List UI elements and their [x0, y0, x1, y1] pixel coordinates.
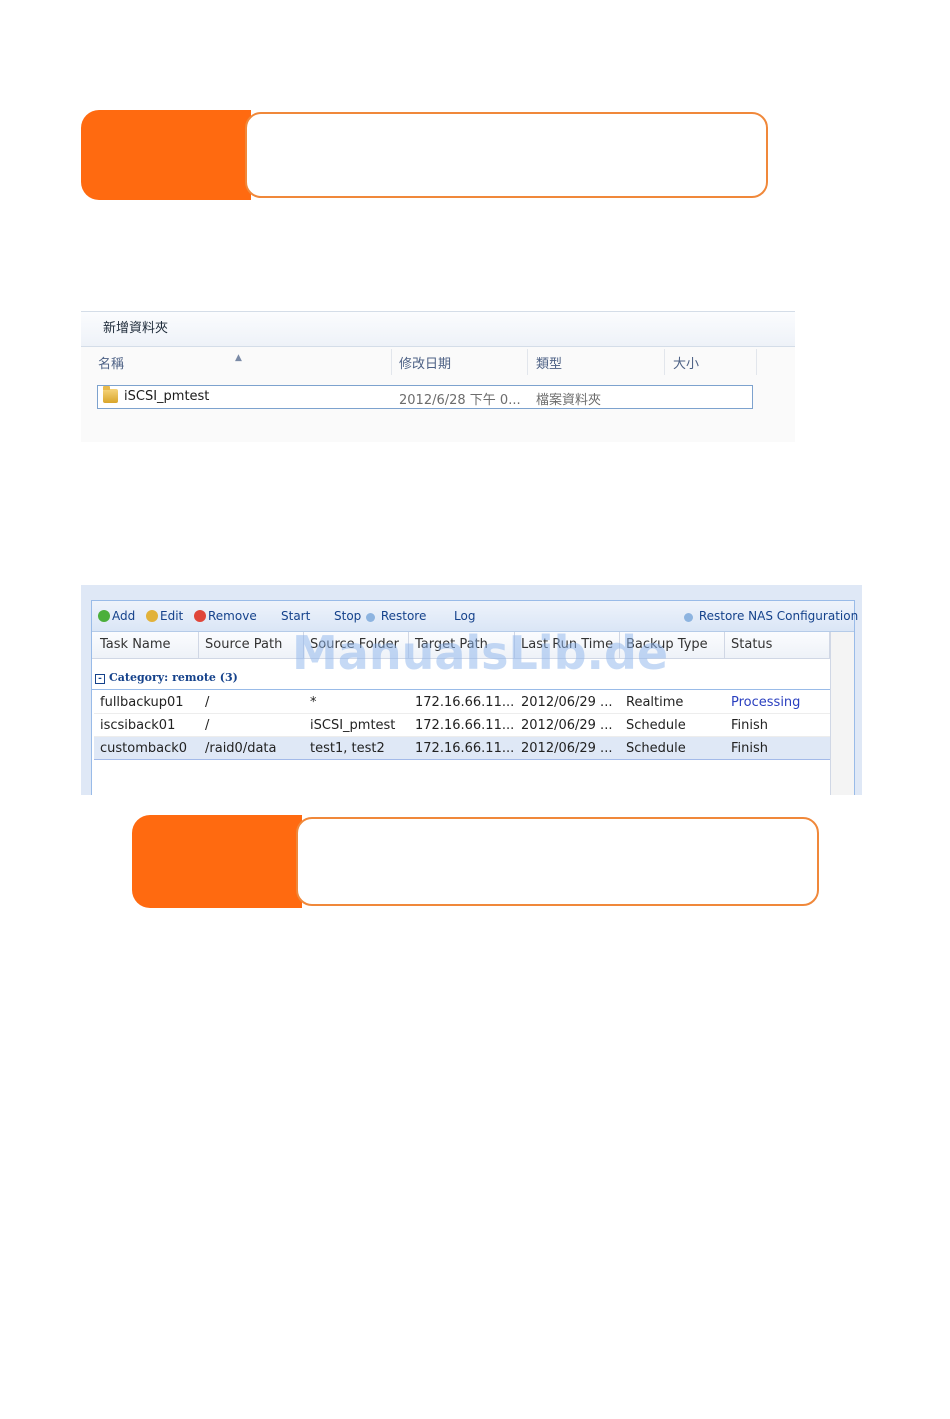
watermark: ManualsLib.de: [292, 626, 669, 680]
column-task-name[interactable]: Task Name: [100, 637, 171, 652]
table-row-selected[interactable]: customback0 /raid0/data test1, test2 172…: [94, 737, 832, 760]
column-name[interactable]: 名稱: [98, 353, 124, 372]
start-button[interactable]: Start: [281, 609, 310, 623]
category-group-header[interactable]: - Category: remote (3): [95, 671, 238, 684]
restore-button[interactable]: Restore: [366, 609, 426, 623]
collapse-icon[interactable]: -: [95, 674, 105, 684]
note-box: [296, 817, 819, 906]
column-type[interactable]: 類型: [536, 353, 562, 372]
status-processing: Processing: [731, 695, 801, 710]
table-row[interactable]: iscsiback01 / iSCSI_pmtest 172.16.66.11.…: [94, 714, 832, 737]
column-modified[interactable]: 修改日期: [399, 353, 451, 372]
list-item[interactable]: iSCSI_pmtest 2012/6/28 下午 0... 檔案資料夾: [97, 385, 753, 409]
column-status[interactable]: Status: [731, 637, 772, 652]
magnifier-icon: [366, 613, 375, 622]
edit-button[interactable]: Edit: [146, 609, 183, 623]
column-source-path[interactable]: Source Path: [205, 637, 282, 652]
sort-ascending-icon: ▲: [235, 353, 242, 363]
explorer-column-header: 名稱 ▲ 修改日期 類型 大小: [81, 349, 795, 375]
log-button[interactable]: Log: [454, 609, 475, 623]
file-type: 檔案資料夾: [536, 393, 602, 408]
note-tab: [132, 815, 302, 908]
new-folder-button[interactable]: 新增資料夾: [81, 311, 795, 347]
remove-button[interactable]: Remove: [194, 609, 257, 623]
add-button[interactable]: Add: [98, 609, 135, 623]
file-name: iSCSI_pmtest: [124, 389, 210, 404]
remove-icon: [194, 610, 206, 622]
note-box: [245, 112, 768, 198]
backup-manager-screenshot: Add Edit Remove Start Stop Restore Log R…: [81, 585, 862, 795]
table-row[interactable]: fullbackup01 / * 172.16.66.11... 2012/06…: [94, 691, 832, 714]
column-size[interactable]: 大小: [673, 353, 699, 372]
gear-icon: [146, 610, 158, 622]
file-modified: 2012/6/28 下午 0...: [399, 393, 521, 408]
note-tab: [81, 110, 251, 200]
file-explorer-screenshot: 新增資料夾 名稱 ▲ 修改日期 類型 大小 iSCSI_pmtest 2012/…: [81, 311, 795, 442]
note-callout-2: [132, 815, 819, 908]
folder-icon: [103, 386, 118, 403]
stop-button[interactable]: Stop: [334, 609, 361, 623]
vertical-scrollbar[interactable]: [830, 632, 854, 795]
restore-nas-configuration-button[interactable]: Restore NAS Configuration: [684, 609, 858, 623]
note-callout-1: [81, 110, 768, 200]
add-icon: [98, 610, 110, 622]
magnifier-icon: [684, 613, 693, 622]
